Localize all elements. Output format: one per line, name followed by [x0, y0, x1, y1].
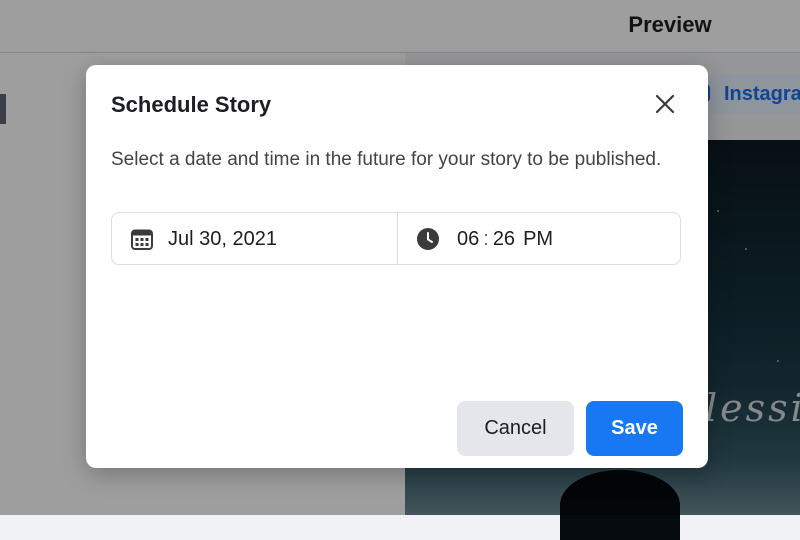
date-value: Jul 30, 2021 [168, 227, 277, 250]
time-minute[interactable]: 26 [493, 226, 515, 252]
calendar-icon [131, 229, 153, 250]
dialog-title: Schedule Story [111, 92, 272, 117]
close-button[interactable] [650, 89, 680, 119]
date-picker-field[interactable]: Jul 30, 2021 [112, 213, 398, 264]
datetime-picker: Jul 30, 2021 06 : 26 PM [111, 212, 681, 265]
dialog-description: Select a date and time in the future for… [111, 149, 662, 170]
cancel-button[interactable]: Cancel [457, 401, 574, 456]
time-ampm[interactable]: PM [523, 226, 553, 252]
clock-icon [417, 228, 439, 250]
time-value: 06 : 26 PM [457, 226, 553, 252]
time-picker-field[interactable]: 06 : 26 PM [398, 213, 680, 264]
time-separator: : [483, 227, 489, 250]
schedule-story-dialog: Schedule Story Select a date and time in… [86, 65, 708, 468]
close-icon [655, 94, 675, 114]
save-button[interactable]: Save [586, 401, 683, 456]
time-hour[interactable]: 06 [457, 226, 479, 252]
